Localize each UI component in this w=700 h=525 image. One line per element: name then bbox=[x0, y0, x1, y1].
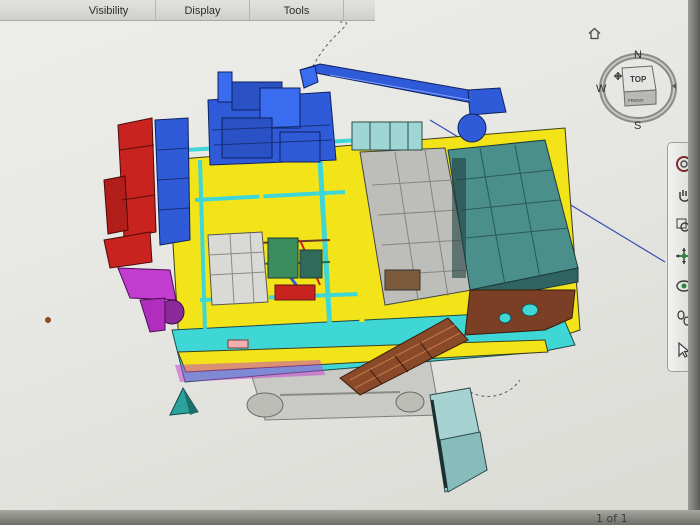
magenta-pipework bbox=[117, 267, 185, 333]
orbit-cursor-icon bbox=[614, 72, 622, 80]
monitor-bezel-right bbox=[688, 0, 700, 525]
process-module-grey bbox=[207, 231, 269, 306]
ribbon-tab-bar: Visibility Display Tools bbox=[0, 0, 375, 21]
teal-marker bbox=[169, 386, 199, 416]
compass-north[interactable]: N bbox=[634, 49, 642, 61]
tab-display[interactable]: Display bbox=[156, 0, 250, 20]
bridge-walkway bbox=[429, 387, 488, 493]
small-pink-unit bbox=[227, 339, 249, 349]
red-equipment-stack bbox=[103, 117, 157, 269]
cube-top-label: TOP bbox=[630, 75, 647, 84]
utility-block-blue bbox=[154, 117, 191, 246]
viewcube[interactable]: N S W TOP FRONT bbox=[592, 46, 688, 138]
monitor-bezel-bottom bbox=[0, 510, 700, 525]
compass-west[interactable]: W bbox=[596, 83, 607, 95]
tab-tools[interactable]: Tools bbox=[250, 0, 344, 20]
scene-point-marker bbox=[45, 317, 51, 323]
compass-south[interactable]: S bbox=[634, 120, 641, 132]
cube-front-label: FRONT bbox=[628, 98, 644, 103]
page-indicator: 1 of 1 bbox=[596, 512, 628, 525]
orbit-guide-arc-lower bbox=[469, 379, 521, 397]
teal-roof-cabins bbox=[351, 121, 423, 151]
orbit-guide-arc bbox=[309, 21, 347, 73]
control-building-blue bbox=[207, 71, 337, 166]
tab-visibility[interactable]: Visibility bbox=[62, 0, 156, 20]
home-icon[interactable] bbox=[588, 27, 601, 40]
